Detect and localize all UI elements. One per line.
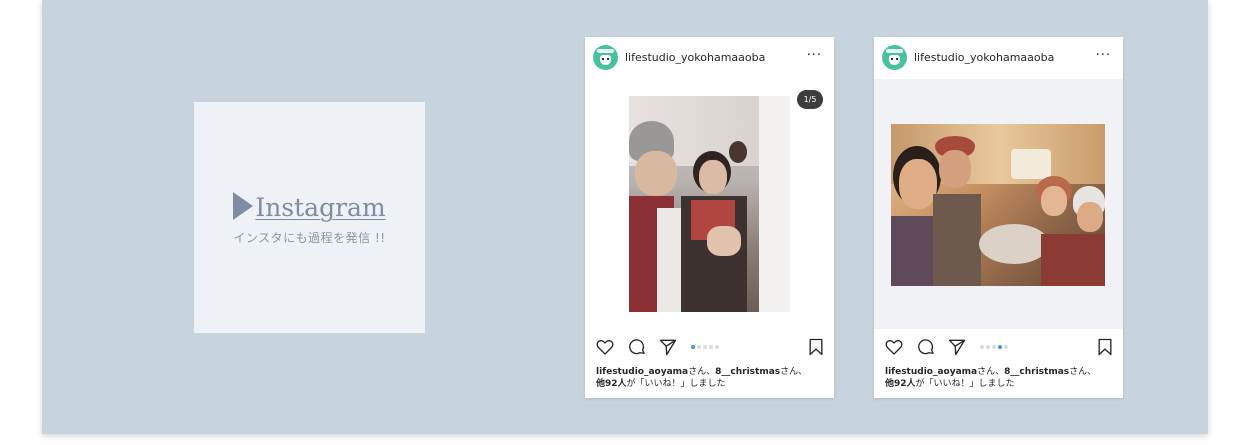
instagram-link[interactable]: Instagram <box>194 192 425 222</box>
studio-logo-avatar[interactable] <box>882 45 907 70</box>
heart-icon[interactable] <box>595 337 615 357</box>
likes-others-link[interactable]: 他92人 <box>596 379 627 389</box>
likes-text: lifestudio_aoyamaさん、8__christmasさん、 他92人… <box>596 366 826 390</box>
likes-suffix: が「いいね！」しました <box>626 379 726 389</box>
instagram-post-2: lifestudio_yokohamaaoba ··· lifestudio_a… <box>874 37 1123 398</box>
studio-logo-avatar[interactable] <box>593 45 618 70</box>
post-actions <box>874 335 1123 359</box>
likes-separator: さん、 <box>1069 367 1097 377</box>
liker-username[interactable]: lifestudio_aoyama <box>596 367 688 377</box>
comment-icon[interactable] <box>916 337 936 357</box>
post-username[interactable]: lifestudio_yokohamaaoba <box>914 51 1054 64</box>
carousel-dots <box>691 345 721 349</box>
instagram-post-1: lifestudio_yokohamaaoba ··· 1/5 lifestud… <box>585 37 834 398</box>
carousel-dot <box>992 345 996 349</box>
carousel-dots <box>980 345 1010 349</box>
likes-suffix: が「いいね！」しました <box>915 379 1015 389</box>
instagram-section: Instagram インスタにも過程を発信 !! lifestudio_yoko… <box>42 0 1208 434</box>
instagram-link-text[interactable]: Instagram <box>255 193 385 222</box>
carousel-dot <box>715 345 719 349</box>
post-actions <box>585 335 834 359</box>
heart-icon[interactable] <box>884 337 904 357</box>
send-icon[interactable] <box>658 337 678 357</box>
send-icon[interactable] <box>947 337 967 357</box>
post-media[interactable]: 1/5 <box>585 79 834 329</box>
instagram-subtitle: インスタにも過程を発信 !! <box>233 231 386 245</box>
liker-username[interactable]: 8__christmas <box>1004 367 1069 377</box>
more-options-icon[interactable]: ··· <box>807 48 822 63</box>
likes-text: lifestudio_aoyamaさん、8__christmasさん、 他92人… <box>885 366 1115 390</box>
carousel-dot <box>986 345 990 349</box>
post-header: lifestudio_yokohamaaoba ··· <box>874 37 1123 79</box>
likes-others-link[interactable]: 他92人 <box>885 379 916 389</box>
carousel-dot <box>691 345 695 349</box>
carousel-dot <box>980 345 984 349</box>
post-photo <box>891 124 1105 286</box>
carousel-dot <box>998 345 1002 349</box>
carousel-page-badge: 1/5 <box>797 90 823 109</box>
more-options-icon[interactable]: ··· <box>1096 48 1111 63</box>
likes-separator: さん、 <box>977 367 1005 377</box>
carousel-dot <box>709 345 713 349</box>
post-header: lifestudio_yokohamaaoba ··· <box>585 37 834 79</box>
post-photo <box>629 96 790 312</box>
liker-username[interactable]: 8__christmas <box>715 367 780 377</box>
liker-username[interactable]: lifestudio_aoyama <box>885 367 977 377</box>
instagram-link-card[interactable]: Instagram インスタにも過程を発信 !! <box>194 102 425 333</box>
likes-separator: さん、 <box>780 367 808 377</box>
likes-separator: さん、 <box>688 367 716 377</box>
carousel-dot <box>1004 345 1008 349</box>
comment-icon[interactable] <box>627 337 647 357</box>
post-media[interactable] <box>874 79 1123 329</box>
bookmark-icon[interactable] <box>1095 337 1115 357</box>
bookmark-icon[interactable] <box>806 337 826 357</box>
carousel-dot <box>697 345 701 349</box>
post-username[interactable]: lifestudio_yokohamaaoba <box>625 51 765 64</box>
carousel-dot <box>703 345 707 349</box>
play-triangle-icon <box>233 192 254 220</box>
